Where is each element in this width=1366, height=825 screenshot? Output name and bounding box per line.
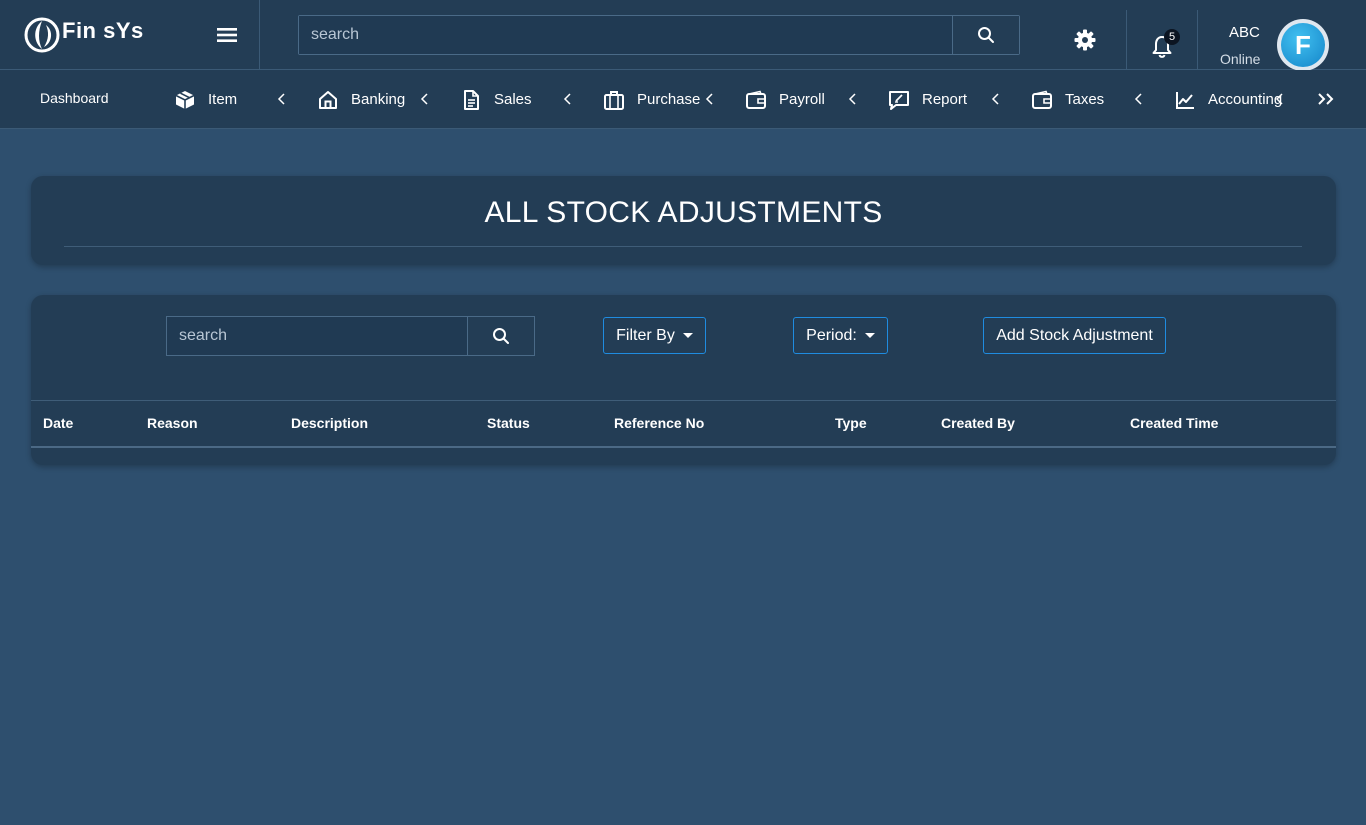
avatar-letter: F [1281, 23, 1325, 67]
stock-adjustments-panel: Filter By Period: Add Stock Adjustment D… [31, 295, 1336, 465]
nav-item-report[interactable]: Report [888, 70, 967, 129]
filter-by-label: Filter By [616, 326, 675, 344]
avatar[interactable]: F [1277, 19, 1329, 71]
nav-item-taxes[interactable]: Taxes [1031, 70, 1104, 129]
nav-item-banking[interactable]: Banking [317, 70, 405, 129]
double-chevron-right-icon[interactable] [1316, 92, 1336, 106]
nav-dashboard[interactable]: Dashboard [40, 68, 109, 127]
search-icon [493, 328, 509, 344]
chevron-left-icon[interactable] [847, 92, 859, 106]
chart-line-icon [1176, 91, 1194, 109]
caret-down-icon [864, 333, 875, 338]
document-icon [464, 89, 479, 110]
chevron-left-icon[interactable] [562, 92, 574, 106]
global-search-input[interactable] [299, 16, 952, 54]
nav-item-label: Taxes [1065, 91, 1105, 108]
brand[interactable]: Fin sYs [24, 16, 144, 54]
chevron-left-icon[interactable] [704, 92, 716, 106]
nav-item-purchase[interactable]: Purchase [603, 70, 700, 129]
nav-item-accounting[interactable]: Accounting [1174, 70, 1282, 129]
page-header-card: ALL STOCK ADJUSTMENTS [31, 176, 1336, 265]
nav-item-label: Report [922, 91, 968, 108]
header-divider [259, 0, 260, 70]
brand-name: Fin sYs [62, 18, 144, 43]
search-icon [978, 27, 994, 43]
add-stock-adjustment-button[interactable]: Add Stock Adjustment [983, 317, 1166, 354]
top-header: Fin sYs 5 [0, 0, 1366, 80]
column-header-created-time[interactable]: Created Time [1130, 415, 1218, 431]
nav-item-label: Payroll [779, 91, 825, 108]
column-header-reason[interactable]: Reason [147, 415, 198, 431]
table-header-border [31, 400, 1336, 401]
user-status: Online [1220, 51, 1261, 67]
report-icon [889, 90, 909, 110]
period-dropdown[interactable]: Period: [793, 317, 888, 354]
nav-item-item[interactable]: Item [174, 70, 237, 129]
nav-item-label: Item [208, 91, 238, 108]
filter-by-dropdown[interactable]: Filter By [603, 317, 706, 354]
logo-icon [24, 17, 60, 53]
caret-down-icon [682, 333, 693, 338]
column-header-reference-no[interactable]: Reference No [614, 415, 704, 431]
column-header-created-by[interactable]: Created By [941, 415, 1015, 431]
column-header-date[interactable]: Date [43, 415, 73, 431]
home-icon [319, 90, 337, 109]
gear-icon[interactable] [1073, 28, 1097, 52]
global-search-button[interactable] [952, 16, 1019, 54]
list-search [166, 316, 535, 356]
divider [64, 246, 1302, 247]
global-search [298, 15, 1020, 55]
chevron-left-icon[interactable] [1133, 92, 1145, 106]
period-label: Period: [806, 326, 857, 344]
wallet-icon [746, 90, 766, 109]
chevron-left-icon[interactable] [419, 92, 431, 106]
page-title: ALL STOCK ADJUSTMENTS [484, 196, 883, 229]
chevron-left-icon[interactable] [276, 92, 288, 106]
column-header-description[interactable]: Description [291, 415, 368, 431]
nav-item-sales[interactable]: Sales [460, 70, 532, 129]
chevron-left-icon[interactable] [990, 92, 1002, 106]
box-icon [175, 90, 195, 109]
list-search-button[interactable] [467, 317, 534, 355]
list-search-input[interactable] [167, 317, 467, 355]
wallet-icon [1032, 90, 1052, 109]
briefcase-icon [604, 90, 624, 110]
user-name: ABC [1229, 24, 1260, 41]
nav-item-payroll[interactable]: Payroll [745, 70, 825, 129]
notification-badge: 5 [1164, 29, 1180, 45]
chevron-left-icon[interactable] [1274, 92, 1286, 106]
nav-item-label: Purchase [637, 91, 701, 108]
nav-item-label: Sales [494, 91, 532, 108]
menu-icon[interactable] [216, 25, 238, 45]
nav-item-label: Accounting [1208, 91, 1283, 108]
table-header-border [31, 446, 1336, 448]
column-header-type[interactable]: Type [835, 415, 867, 431]
nav-item-label: Banking [351, 91, 406, 108]
column-header-status[interactable]: Status [487, 415, 530, 431]
add-stock-adjustment-label: Add Stock Adjustment [996, 326, 1153, 344]
main-nav: Dashboard Item Banking Sales Purchase Pa… [0, 70, 1366, 129]
